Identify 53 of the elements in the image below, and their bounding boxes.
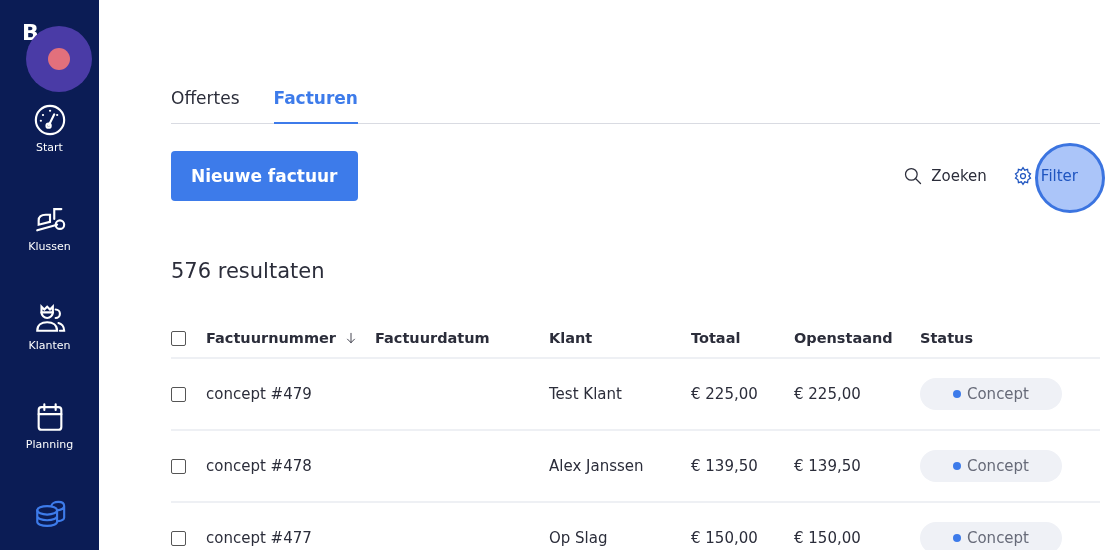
sidebar-item[interactable]: Planning	[0, 400, 99, 499]
table-cell-text: Alex Janssen	[549, 457, 645, 475]
search-icon	[903, 166, 924, 186]
gauge-icon	[32, 103, 67, 137]
checkbox[interactable]	[171, 386, 186, 402]
checkbox[interactable]	[171, 330, 186, 346]
status-label: Concept	[966, 457, 1029, 475]
search-button[interactable]: Zoeken	[903, 166, 987, 186]
status-label: Concept	[966, 529, 1029, 547]
column-label: Klant	[549, 330, 593, 346]
column-label: Factuurdatum	[375, 330, 490, 346]
checkbox[interactable]	[171, 530, 186, 546]
gear-icon	[1012, 166, 1033, 186]
tab[interactable]: Offertes	[171, 86, 240, 124]
column-label: Openstaand	[794, 330, 893, 346]
arrow-down-icon	[344, 331, 358, 345]
new-invoice-button[interactable]: Nieuwe factuur	[171, 151, 358, 201]
table-cell-text: € 150,00	[794, 529, 862, 547]
table-cell-text: concept #479	[206, 385, 313, 403]
nav-label: Klanten	[28, 339, 71, 352]
column-label: Status	[920, 330, 974, 346]
table-cell-text: € 139,50	[794, 457, 862, 475]
table-cell-text: concept #478	[206, 457, 313, 475]
table-cell-text: Op Slag	[549, 529, 609, 547]
sidebar-item[interactable]: Start	[0, 103, 99, 202]
result-count: 576 resultaten	[171, 259, 326, 283]
column-header[interactable]: Factuurdatum	[375, 330, 549, 346]
column-header[interactable]: Openstaand	[794, 330, 920, 346]
sidebar-item[interactable]: Klanten	[0, 301, 99, 400]
filter-button[interactable]: Filter	[1012, 166, 1078, 186]
column-label: Totaal	[691, 330, 741, 346]
status-dot	[952, 390, 961, 398]
status-dot	[952, 534, 961, 542]
status-label: Concept	[966, 385, 1029, 403]
table-cell-text: € 139,50	[691, 457, 759, 475]
table-cell-text: € 150,00	[691, 529, 759, 547]
table-cell-text: € 225,00	[794, 385, 862, 403]
tab[interactable]: Facturen	[273, 86, 358, 124]
nav-label: Start	[36, 141, 63, 154]
column-header[interactable]: Totaal	[691, 330, 794, 346]
nav-label: Planning	[25, 438, 74, 451]
logo: B	[22, 20, 39, 45]
nav-label: Klussen	[28, 240, 71, 253]
status-dot	[952, 462, 961, 470]
sidebar-item[interactable]: Klussen	[0, 202, 99, 301]
column-header[interactable]: Klant	[549, 330, 691, 346]
column-header[interactable]: Factuurnummer	[206, 330, 375, 346]
table-cell-text: Test Klant	[549, 385, 623, 403]
column-label: Factuurnummer	[206, 330, 336, 346]
table-cell-text: concept #477	[206, 529, 313, 547]
column-header[interactable]: Status	[920, 330, 1100, 346]
table-cell-text: € 225,00	[691, 385, 759, 403]
checkbox[interactable]	[171, 458, 186, 474]
